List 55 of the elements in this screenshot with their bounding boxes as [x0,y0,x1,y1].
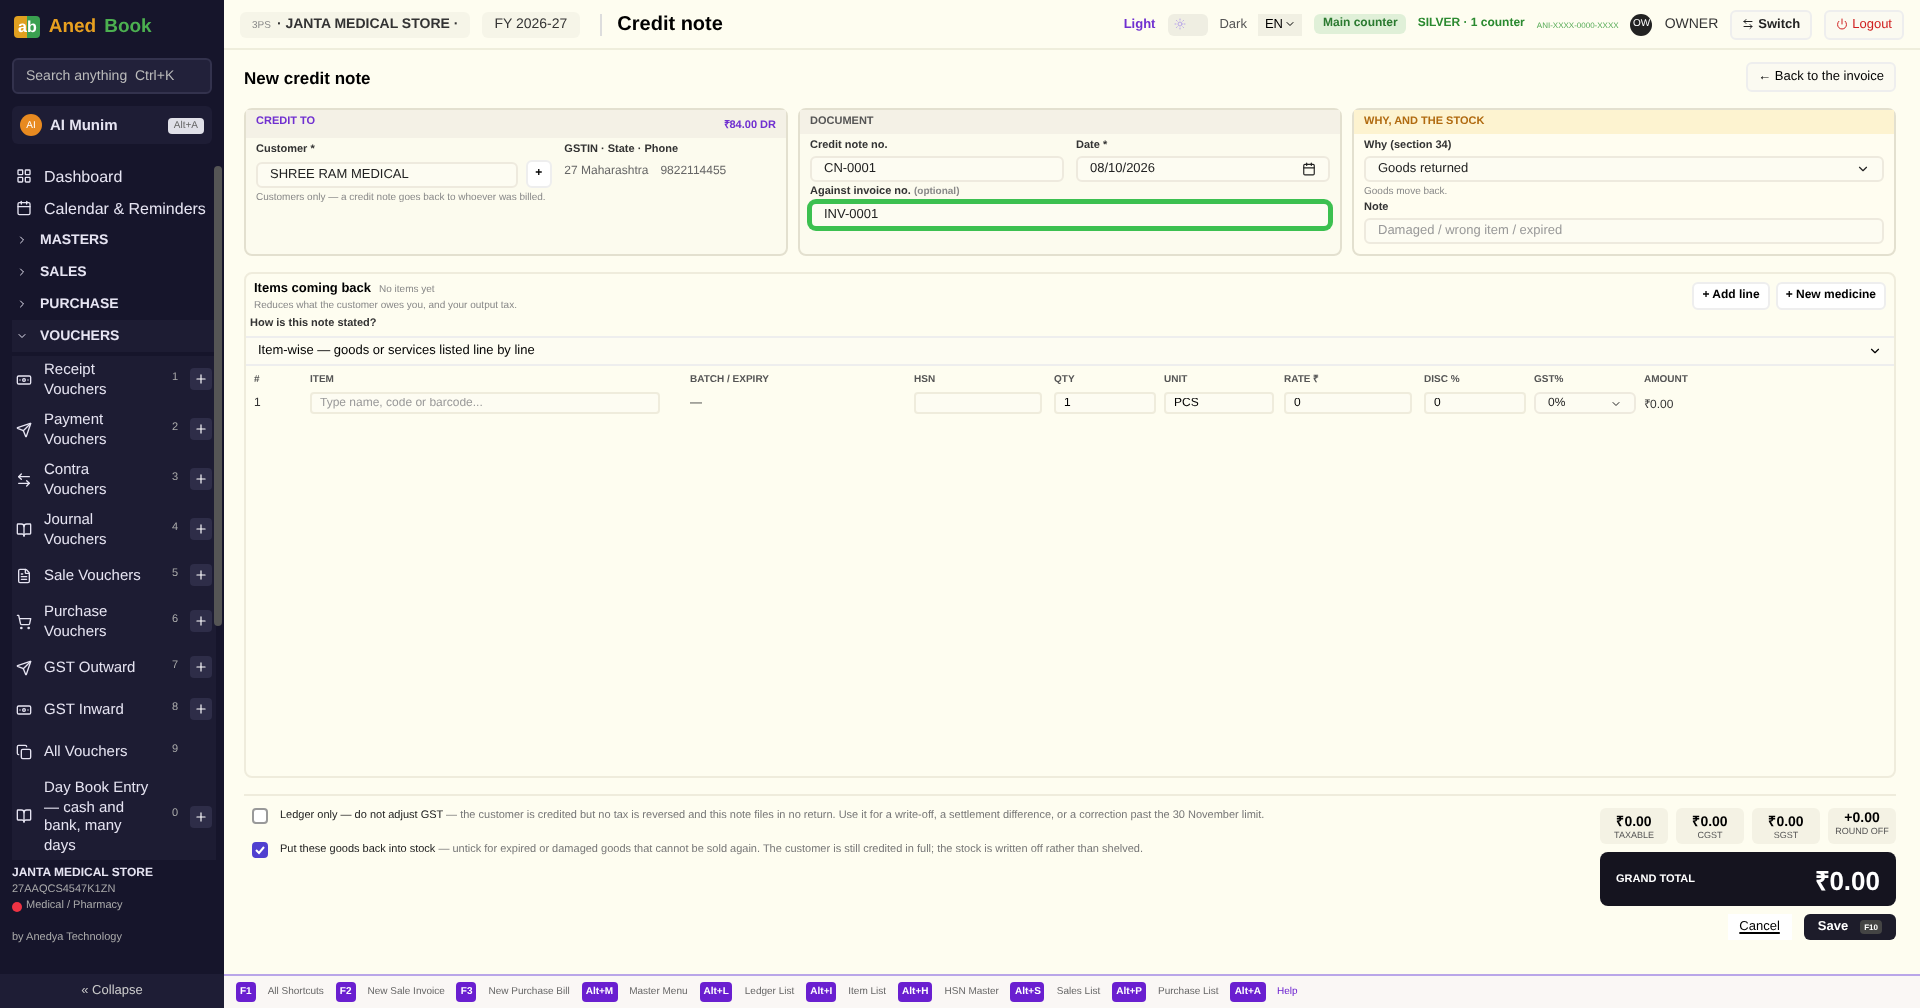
plus-icon [194,809,208,823]
brand-name: Aned [48,15,97,37]
add-button[interactable] [190,518,212,540]
add-button[interactable] [190,610,212,632]
voucher-icon [16,371,32,387]
voucher-icon [16,701,32,717]
voucher-icon [16,421,32,437]
chevron-icon [1856,162,1870,176]
pill-icon [12,901,22,911]
add-button[interactable] [190,468,212,490]
sidebar-item[interactable]: Calendar & Reminders [12,192,216,224]
swap-icon [1742,18,1755,30]
grand-total-value: ₹0.00 [1815,863,1880,897]
chevron-icon [16,266,28,278]
brand-name: Book [104,15,152,37]
chevron-icon [1868,344,1882,358]
add-button[interactable] [190,564,212,586]
sidebar-item[interactable]: Dashboard [12,160,216,192]
add-button[interactable] [190,656,212,678]
add-button[interactable] [190,805,212,827]
plus-icon [194,472,208,486]
voucher-icon [16,567,32,583]
plus-icon [194,522,208,536]
checkbox[interactable] [252,842,268,858]
chevron-icon [16,330,28,342]
form-heading: New credit note [244,67,371,87]
power-icon [1836,18,1849,30]
plus-icon [194,702,208,716]
plus-icon [194,660,208,674]
plus-icon [194,422,208,436]
plus-icon [194,372,208,386]
plus-icon [194,568,208,582]
chevron-icon [16,298,28,310]
nav-icon [16,168,32,184]
plus-icon [194,614,208,628]
logo-icon: ab [14,15,41,37]
voucher-icon [16,471,32,487]
add-button[interactable] [190,368,212,390]
scrollbar[interactable] [214,166,222,626]
calendar-icon [1302,162,1316,176]
add-button[interactable] [190,418,212,440]
add-button[interactable] [190,698,212,720]
page-title: Credit note [599,13,723,35]
sun-icon [1173,18,1186,30]
voucher-icon [16,743,32,759]
voucher-icon [16,613,32,629]
checkbox[interactable] [252,808,268,824]
voucher-icon [16,659,32,675]
voucher-icon [16,521,32,537]
nav-icon [16,200,32,216]
chevron-icon [1609,397,1622,409]
theme-toggle[interactable] [1167,13,1208,35]
chevron-icon [16,234,28,246]
chevron-icon [1284,18,1297,30]
voucher-icon [16,808,32,824]
